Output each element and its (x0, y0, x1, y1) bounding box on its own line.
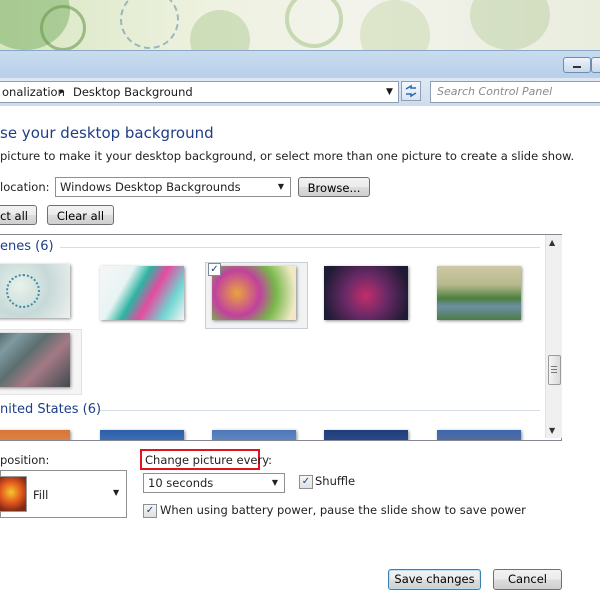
clear-all-button[interactable]: Clear all (47, 205, 114, 225)
group-header-scenes[interactable]: enes (6) (0, 239, 54, 254)
scrollbar-thumb[interactable] (548, 355, 561, 385)
picture-position-label: position: (0, 453, 50, 467)
search-input[interactable] (431, 82, 597, 100)
refresh-icon (405, 84, 417, 98)
search-box[interactable] (430, 81, 600, 103)
thumbnail-checkbox[interactable]: ✓ (208, 263, 221, 276)
shuffle-label[interactable]: Shuffle (315, 474, 355, 488)
group-divider (100, 410, 540, 411)
chevron-down-icon: ▼ (271, 478, 279, 487)
maximize-button[interactable] (591, 57, 600, 73)
cancel-button[interactable]: Cancel (493, 569, 562, 590)
browse-button[interactable]: Browse... (298, 177, 370, 197)
wallpaper-thumbnail[interactable] (100, 266, 184, 320)
wallpaper-thumbnail[interactable] (0, 333, 70, 387)
picture-location-label: location: (0, 180, 50, 194)
group-divider (60, 247, 540, 248)
refresh-button[interactable] (401, 81, 421, 101)
interval-value: 10 seconds (148, 476, 214, 490)
wallpaper-shape (190, 10, 250, 50)
wallpaper-shape (120, 0, 179, 49)
scroll-up-icon[interactable]: ▲ (549, 238, 555, 247)
instruction-text: picture to make it your desktop backgrou… (0, 149, 575, 163)
page-title: se your desktop background (0, 124, 214, 142)
chevron-down-icon: ▼ (113, 488, 120, 497)
wallpaper-shape (40, 5, 86, 50)
picture-location-value: Windows Desktop Backgrounds (60, 180, 241, 194)
chevron-down-icon: ▼ (277, 182, 285, 191)
battery-pause-label[interactable]: When using battery power, pause the slid… (160, 503, 526, 517)
breadcrumb-item-desktop-background[interactable]: Desktop Background (73, 85, 193, 99)
wallpaper-thumbnail[interactable] (212, 266, 296, 320)
wallpaper-thumbnail[interactable] (0, 264, 70, 318)
grip-line (551, 366, 557, 367)
change-picture-interval-select[interactable]: 10 seconds ▼ (143, 473, 285, 493)
address-dropdown-icon[interactable]: ▼ (386, 87, 393, 97)
scroll-down-icon[interactable]: ▼ (549, 426, 555, 435)
wallpaper-shape (285, 0, 343, 48)
wallpaper-thumbnail[interactable] (100, 430, 184, 440)
wallpaper-thumbnail[interactable] (0, 430, 70, 440)
wallpaper-thumbnail[interactable] (437, 266, 521, 320)
window-titlebar[interactable] (0, 50, 600, 79)
shuffle-checkbox[interactable]: ✓ (299, 475, 313, 489)
picture-position-value: Fill (33, 488, 49, 502)
picture-list-scrollbar[interactable]: ▲ ▼ (545, 235, 562, 438)
picture-location-select[interactable]: Windows Desktop Backgrounds ▼ (55, 177, 291, 197)
change-picture-label: Change picture every: (145, 453, 273, 467)
breadcrumb-separator-icon[interactable]: ▸ (60, 87, 65, 97)
wallpaper-thumbnail[interactable] (324, 430, 408, 440)
grip-line (551, 369, 557, 370)
picture-list[interactable]: enes (6) ✓ nited States (6) (0, 234, 562, 441)
wallpaper-shape (470, 0, 550, 50)
desktop-wallpaper-strip (0, 0, 600, 50)
thumbnail-detail (6, 274, 40, 308)
select-all-button[interactable]: ct all (0, 205, 37, 225)
wallpaper-shape (360, 0, 430, 50)
group-header-united-states[interactable]: nited States (6) (0, 402, 101, 417)
battery-pause-checkbox[interactable]: ✓ (143, 504, 157, 518)
wallpaper-thumbnail[interactable] (437, 430, 521, 440)
save-changes-button[interactable]: Save changes (388, 569, 481, 590)
wallpaper-thumbnail[interactable] (212, 430, 296, 440)
breadcrumb[interactable]: onalization ▸ Desktop Background ▼ (0, 81, 399, 103)
picture-position-select[interactable]: Fill ▼ (0, 470, 127, 518)
position-preview-icon (0, 476, 27, 512)
minimize-button[interactable] (563, 57, 591, 73)
minimize-icon (573, 66, 581, 68)
wallpaper-thumbnail[interactable] (324, 266, 408, 320)
grip-line (551, 372, 557, 373)
breadcrumb-item-personalization[interactable]: onalization (2, 85, 65, 99)
